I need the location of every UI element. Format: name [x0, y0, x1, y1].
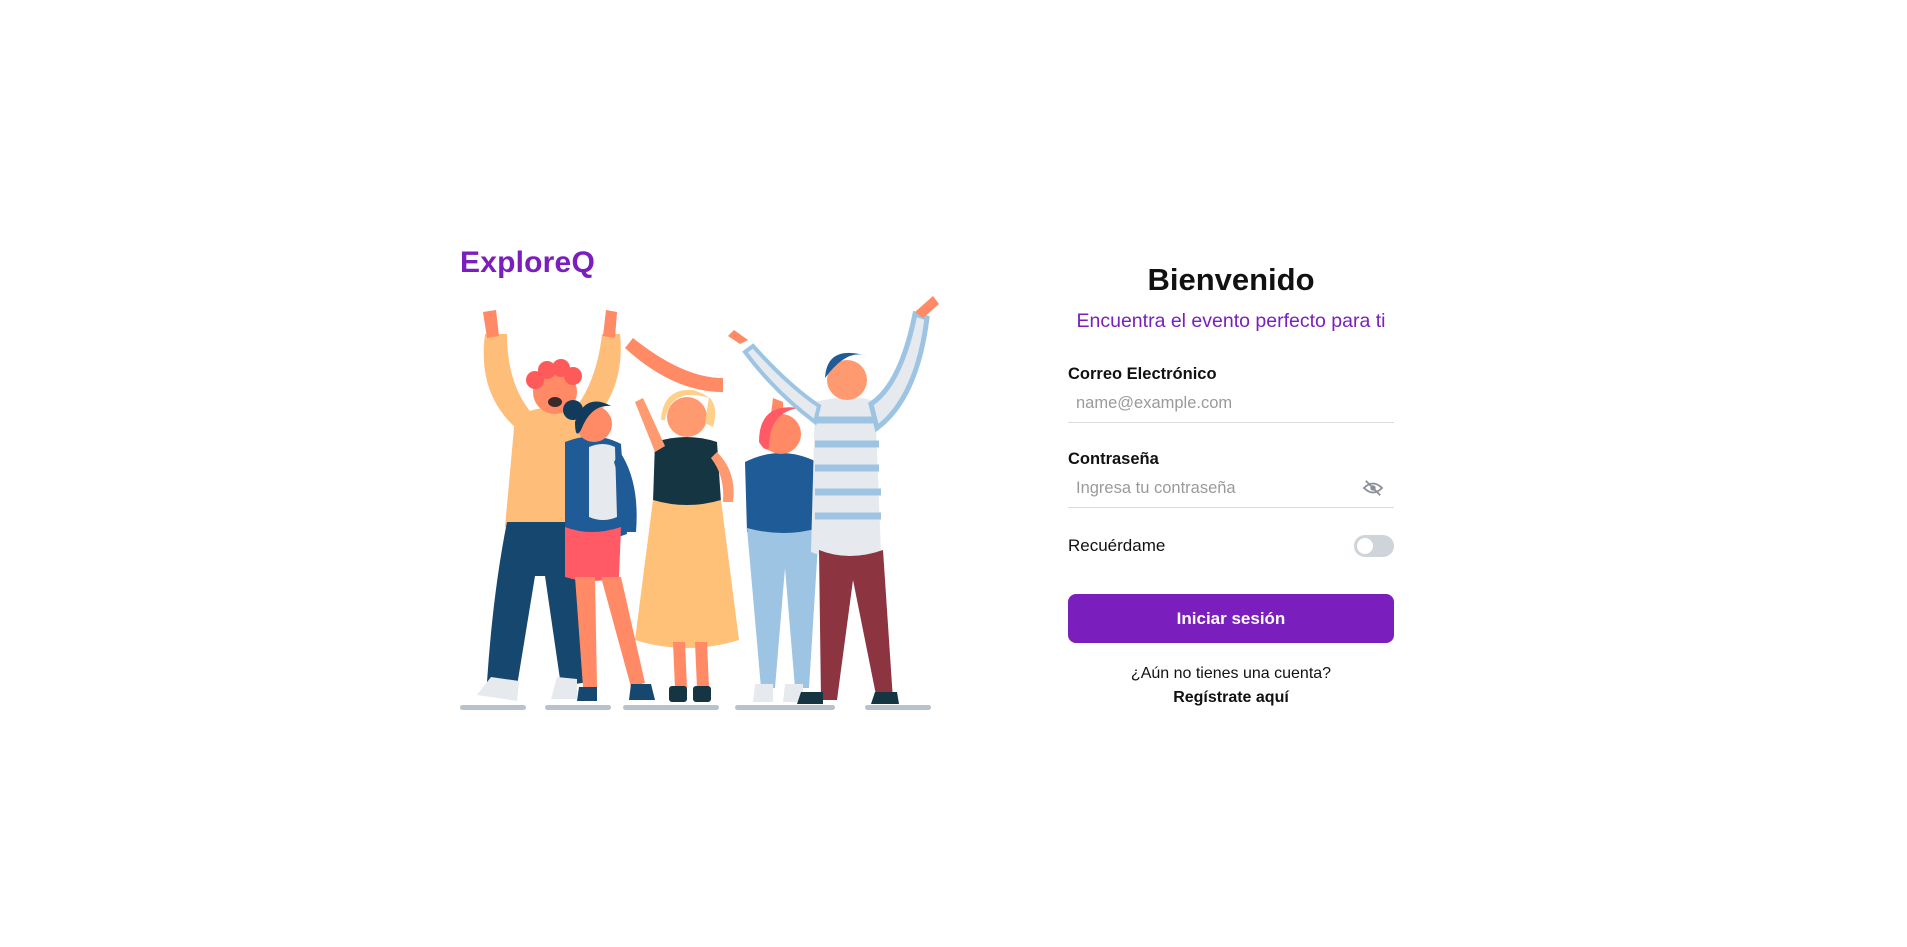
no-account-text: ¿Aún no tienes una cuenta? — [1130, 665, 1332, 682]
email-label: Correo Electrónico — [1068, 365, 1217, 383]
login-page: ExploreQ Bienvenido Encuentra el evento … — [0, 0, 1907, 947]
register-link[interactable]: Regístrate aquí — [1068, 687, 1394, 709]
email-input-wrapper — [1068, 384, 1394, 423]
password-label: Contraseña — [1068, 450, 1159, 468]
eye-slash-icon[interactable] — [1362, 479, 1384, 497]
page-subtitle: Encuentra el evento perfecto para ti — [1076, 310, 1386, 332]
toggle-knob — [1357, 538, 1373, 554]
password-field-group: Contraseña — [1068, 449, 1394, 508]
remember-row: Recuérdame — [1068, 532, 1394, 560]
login-panel: Bienvenido Encuentra el evento perfecto … — [1068, 256, 1394, 709]
page-title: Bienvenido — [1147, 262, 1315, 297]
email-field-group: Correo Electrónico — [1068, 364, 1394, 423]
remember-label: Recuérdame — [1068, 536, 1166, 555]
remember-toggle[interactable] — [1354, 535, 1394, 557]
password-input[interactable] — [1068, 469, 1394, 507]
group-of-friends-illustration — [460, 296, 939, 710]
brand-logo: ExploreQ — [460, 246, 595, 279]
email-input[interactable] — [1068, 384, 1394, 422]
password-input-wrapper — [1068, 469, 1394, 508]
login-button[interactable]: Iniciar sesión — [1068, 594, 1394, 643]
